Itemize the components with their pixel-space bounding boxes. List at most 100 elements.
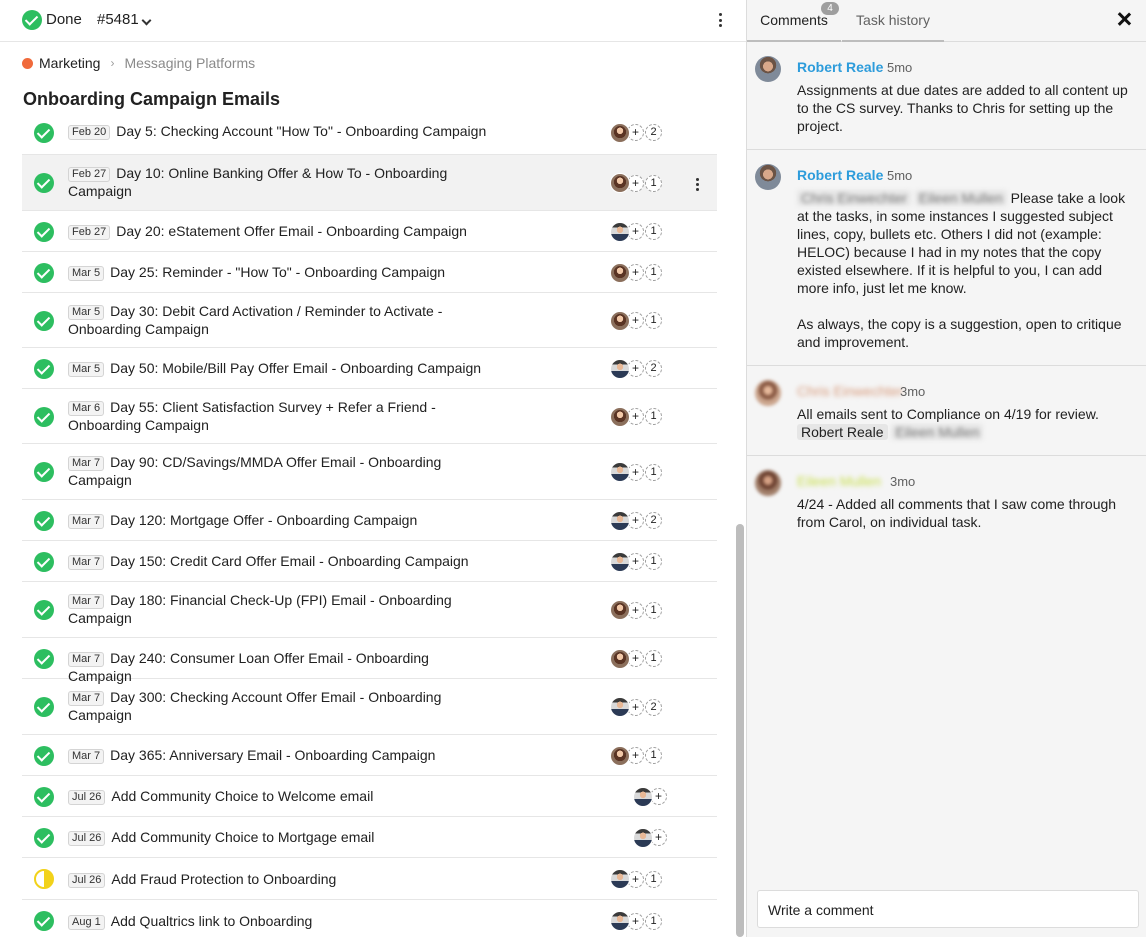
task-title[interactable]: Jul 26 Add Fraud Protection to Onboarding bbox=[68, 871, 488, 889]
done-check-icon[interactable] bbox=[34, 173, 54, 193]
task-title[interactable]: Feb 20 Day 5: Checking Account "How To" -… bbox=[68, 123, 488, 141]
assignee-count-badge[interactable]: 1 bbox=[645, 408, 662, 425]
task-title[interactable]: Mar 5 Day 50: Mobile/Bill Pay Offer Email… bbox=[68, 360, 488, 378]
done-check-icon[interactable] bbox=[34, 462, 54, 482]
done-check-icon[interactable] bbox=[34, 827, 54, 848]
assignees[interactable]: +1 bbox=[610, 221, 662, 242]
breadcrumb-parent[interactable]: Marketing bbox=[39, 55, 100, 71]
mention-tag[interactable]: Robert Reale bbox=[797, 424, 888, 440]
assignee-count-badge[interactable]: 1 bbox=[645, 463, 662, 481]
avatar[interactable] bbox=[610, 310, 630, 331]
avatar[interactable] bbox=[610, 911, 630, 931]
done-check-icon[interactable] bbox=[34, 745, 54, 766]
assignee-count-badge[interactable]: 1 bbox=[645, 870, 662, 888]
assignee-count-badge[interactable]: 1 bbox=[645, 223, 662, 240]
assignee-count-badge[interactable]: 1 bbox=[645, 747, 662, 764]
assignee-count-badge[interactable]: 2 bbox=[645, 124, 662, 141]
done-check-icon[interactable] bbox=[22, 10, 42, 30]
avatar[interactable] bbox=[610, 551, 630, 572]
assignee-count-badge[interactable]: 2 bbox=[645, 698, 662, 716]
assignees[interactable]: +1 bbox=[610, 310, 662, 331]
task-row[interactable]: Mar 5 Day 50: Mobile/Bill Pay Offer Email… bbox=[22, 348, 717, 389]
task-title[interactable]: Mar 7 Day 300: Checking Account Offer Ema… bbox=[68, 689, 488, 724]
assignees[interactable]: +2 bbox=[610, 358, 662, 379]
task-title[interactable]: Mar 7 Day 120: Mortgage Offer - Onboardin… bbox=[68, 512, 488, 530]
assignee-count-badge[interactable]: 1 bbox=[645, 553, 662, 570]
avatar[interactable] bbox=[610, 697, 630, 717]
assignee-count-badge[interactable]: 1 bbox=[645, 174, 662, 192]
task-title[interactable]: Jul 26 Add Community Choice to Welcome em… bbox=[68, 788, 488, 806]
task-row[interactable]: Mar 5 Day 30: Debit Card Activation / Rem… bbox=[22, 293, 717, 348]
mention-tag[interactable]: Eileen Mullen bbox=[914, 190, 1007, 206]
task-title[interactable]: Mar 5 Day 25: Reminder - "How To" - Onboa… bbox=[68, 264, 488, 282]
more-options-icon[interactable] bbox=[712, 10, 728, 30]
assignee-count-badge[interactable]: 1 bbox=[645, 912, 662, 930]
mention-tag[interactable]: Eileen Mullen bbox=[891, 424, 984, 440]
scrollbar-thumb[interactable] bbox=[736, 524, 744, 937]
avatar[interactable] bbox=[610, 221, 630, 242]
avatar[interactable] bbox=[610, 869, 630, 889]
task-row[interactable]: Aug 1 Add Qualtrics link to Onboarding +1 bbox=[22, 900, 717, 937]
assignee-count-badge[interactable]: 1 bbox=[645, 312, 662, 329]
done-check-icon[interactable] bbox=[34, 600, 54, 620]
assignees[interactable]: +1 bbox=[610, 648, 662, 669]
task-title[interactable]: Mar 5 Day 30: Debit Card Activation / Rem… bbox=[68, 303, 488, 338]
done-check-icon[interactable] bbox=[34, 406, 54, 427]
comment-author[interactable]: Robert Reale bbox=[797, 59, 883, 75]
avatar[interactable] bbox=[633, 786, 653, 807]
assignees[interactable]: +1 bbox=[610, 406, 662, 427]
task-row[interactable]: Mar 7 Day 180: Financial Check-Up (FPI) E… bbox=[22, 582, 717, 638]
done-check-icon[interactable] bbox=[34, 911, 54, 931]
task-title[interactable]: Mar 7 Day 90: CD/Savings/MMDA Offer Email… bbox=[68, 454, 488, 489]
assignees[interactable]: +2 bbox=[610, 510, 662, 531]
avatar[interactable] bbox=[610, 600, 630, 620]
task-title[interactable]: Jul 26 Add Community Choice to Mortgage e… bbox=[68, 829, 488, 847]
tab-task-history[interactable]: Task history bbox=[842, 0, 944, 42]
task-row[interactable]: Mar 6 Day 55: Client Satisfaction Survey … bbox=[22, 389, 717, 444]
avatar[interactable] bbox=[755, 380, 781, 406]
comment-input[interactable]: Write a comment bbox=[757, 890, 1139, 928]
avatar[interactable] bbox=[610, 358, 630, 379]
avatar[interactable] bbox=[610, 648, 630, 669]
assignees[interactable]: +1 bbox=[610, 745, 662, 766]
done-check-icon[interactable] bbox=[34, 510, 54, 531]
row-more-options-icon[interactable] bbox=[692, 175, 702, 192]
avatar[interactable] bbox=[610, 462, 630, 482]
assignee-count-badge[interactable]: 2 bbox=[645, 512, 662, 529]
task-row[interactable]: Mar 7 Day 240: Consumer Loan Offer Email … bbox=[22, 638, 717, 684]
assignees[interactable]: +1 bbox=[610, 600, 662, 620]
task-row[interactable]: Mar 7 Day 150: Credit Card Offer Email - … bbox=[22, 541, 717, 582]
task-title[interactable]: Mar 7 Day 365: Anniversary Email - Onboar… bbox=[68, 747, 488, 765]
task-row[interactable]: Mar 7 Day 120: Mortgage Offer - Onboardin… bbox=[22, 500, 717, 541]
breadcrumb-current[interactable]: Messaging Platforms bbox=[124, 55, 255, 71]
assignee-count-badge[interactable]: 1 bbox=[645, 264, 662, 281]
done-check-icon[interactable] bbox=[34, 221, 54, 242]
avatar[interactable] bbox=[633, 827, 653, 848]
task-title[interactable]: Feb 27 Day 20: eStatement Offer Email - O… bbox=[68, 223, 488, 241]
comment-author[interactable]: Robert Reale bbox=[797, 167, 883, 183]
task-row[interactable]: Feb 27 Day 10: Online Banking Offer & How… bbox=[22, 155, 717, 211]
assignees[interactable]: +1 bbox=[610, 869, 662, 889]
task-list-scroll[interactable]: Feb 20 Day 5: Checking Account "How To" -… bbox=[0, 114, 746, 937]
task-row[interactable]: Jul 26 Add Community Choice to Mortgage e… bbox=[22, 817, 717, 858]
close-icon[interactable] bbox=[1117, 12, 1131, 26]
task-row[interactable]: Jul 26 Add Community Choice to Welcome em… bbox=[22, 776, 717, 817]
task-row[interactable]: Jul 26 Add Fraud Protection to Onboarding… bbox=[22, 858, 717, 900]
done-check-icon[interactable] bbox=[34, 358, 54, 379]
task-title[interactable]: Mar 7 Day 150: Credit Card Offer Email - … bbox=[68, 553, 488, 571]
task-row[interactable]: Mar 7 Day 90: CD/Savings/MMDA Offer Email… bbox=[22, 444, 717, 500]
avatar[interactable] bbox=[755, 56, 781, 82]
task-id[interactable]: #5481 bbox=[97, 11, 139, 28]
done-check-icon[interactable] bbox=[34, 697, 54, 717]
comment-author[interactable]: Chris Einwechter bbox=[797, 383, 903, 399]
chevron-down-icon[interactable] bbox=[141, 11, 153, 26]
avatar[interactable] bbox=[610, 122, 630, 143]
done-check-icon[interactable] bbox=[34, 648, 54, 669]
task-title[interactable]: Feb 27 Day 10: Online Banking Offer & How… bbox=[68, 165, 488, 200]
assignees[interactable]: +1 bbox=[610, 462, 662, 482]
assignee-count-badge[interactable]: 2 bbox=[645, 360, 662, 377]
avatar[interactable] bbox=[610, 173, 630, 193]
task-row[interactable]: Mar 7 Day 365: Anniversary Email - Onboar… bbox=[22, 735, 717, 776]
task-title[interactable]: Mar 6 Day 55: Client Satisfaction Survey … bbox=[68, 399, 488, 434]
avatar[interactable] bbox=[610, 745, 630, 766]
